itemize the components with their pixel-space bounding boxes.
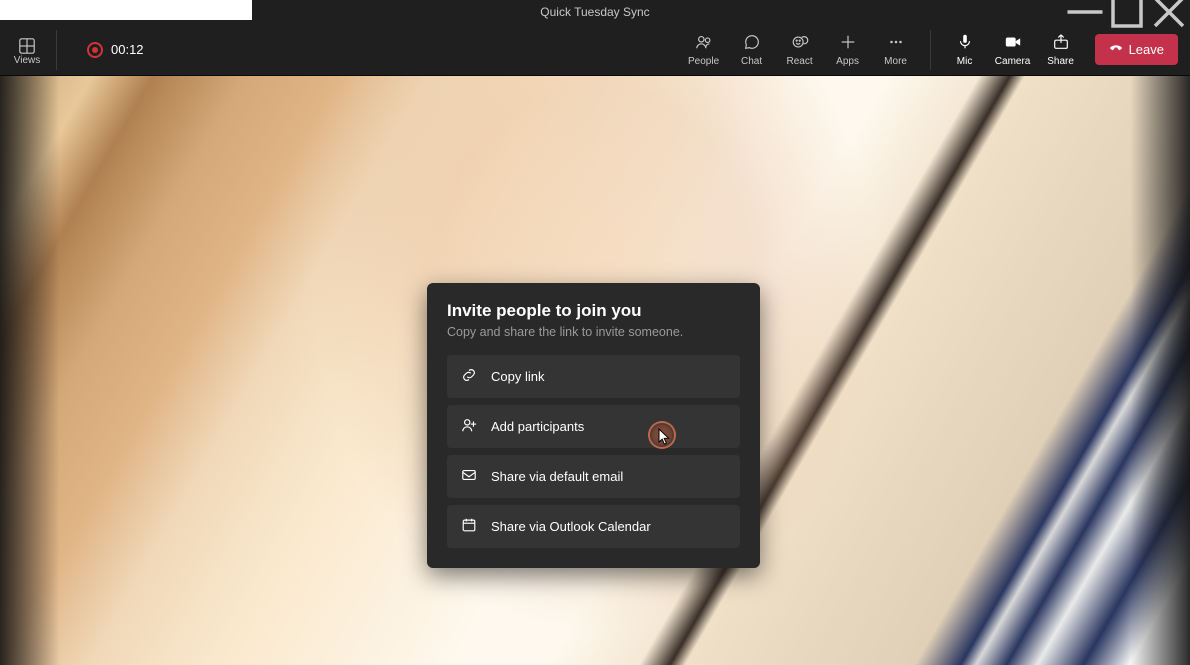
- ellipsis-icon: [887, 33, 905, 54]
- plus-icon: [839, 33, 857, 54]
- modal-subtitle: Copy and share the link to invite someon…: [447, 325, 740, 339]
- add-participants-label: Add participants: [491, 419, 584, 434]
- toolbar-divider-2: [930, 30, 931, 70]
- minimize-button[interactable]: [1064, 0, 1106, 24]
- tool-group-left: People Chat React Apps More: [680, 26, 920, 74]
- share-label: Share: [1047, 56, 1074, 67]
- add-people-icon: [461, 417, 477, 436]
- views-label: Views: [14, 55, 41, 66]
- link-icon: [461, 367, 477, 386]
- chat-icon: [743, 33, 761, 54]
- react-label: React: [787, 56, 813, 67]
- apps-button[interactable]: Apps: [824, 26, 872, 74]
- close-window-button[interactable]: [1148, 0, 1190, 24]
- maximize-button[interactable]: [1106, 0, 1148, 24]
- views-button[interactable]: Views: [8, 33, 46, 66]
- people-button[interactable]: People: [680, 26, 728, 74]
- active-tab-placeholder: [0, 0, 252, 20]
- phone-down-icon: [1109, 41, 1123, 58]
- react-icon: [791, 33, 809, 54]
- calendar-icon: [461, 517, 477, 536]
- camera-icon: [1004, 33, 1022, 54]
- more-label: More: [884, 56, 907, 67]
- invite-modal: Invite people to join you Copy and share…: [427, 283, 760, 568]
- titlebar: Quick Tuesday Sync: [0, 0, 1190, 24]
- apps-label: Apps: [836, 56, 859, 67]
- modal-title: Invite people to join you: [447, 301, 740, 321]
- people-icon: [695, 33, 713, 54]
- copy-link-option[interactable]: Copy link: [447, 355, 740, 398]
- share-email-label: Share via default email: [491, 469, 623, 484]
- share-outlook-label: Share via Outlook Calendar: [491, 519, 651, 534]
- more-button[interactable]: More: [872, 26, 920, 74]
- share-outlook-option[interactable]: Share via Outlook Calendar: [447, 505, 740, 548]
- people-label: People: [688, 56, 719, 67]
- share-icon: [1052, 33, 1070, 54]
- video-stage: Invite people to join you Copy and share…: [0, 76, 1190, 665]
- modal-close-button[interactable]: [728, 293, 750, 315]
- mic-icon: [956, 33, 974, 54]
- window-title: Quick Tuesday Sync: [540, 5, 649, 19]
- mail-icon: [461, 467, 477, 486]
- camera-label: Camera: [995, 56, 1031, 67]
- camera-button[interactable]: Camera: [989, 26, 1037, 74]
- record-icon: [87, 42, 103, 58]
- react-button[interactable]: React: [776, 26, 824, 74]
- chat-button[interactable]: Chat: [728, 26, 776, 74]
- add-participants-option[interactable]: Add participants: [447, 405, 740, 448]
- share-email-option[interactable]: Share via default email: [447, 455, 740, 498]
- chat-label: Chat: [741, 56, 762, 67]
- copy-link-label: Copy link: [491, 369, 544, 384]
- toolbar-divider: [56, 30, 57, 70]
- recording-indicator[interactable]: 00:12: [87, 42, 144, 58]
- mic-button[interactable]: Mic: [941, 26, 989, 74]
- window-controls: [1064, 0, 1190, 24]
- leave-label: Leave: [1129, 42, 1164, 57]
- leave-button[interactable]: Leave: [1095, 34, 1178, 65]
- tool-group-av: Mic Camera Share: [941, 26, 1085, 74]
- meeting-timer: 00:12: [111, 42, 144, 57]
- meeting-toolbar: Views 00:12 People Chat React: [0, 24, 1190, 76]
- mic-label: Mic: [957, 56, 973, 67]
